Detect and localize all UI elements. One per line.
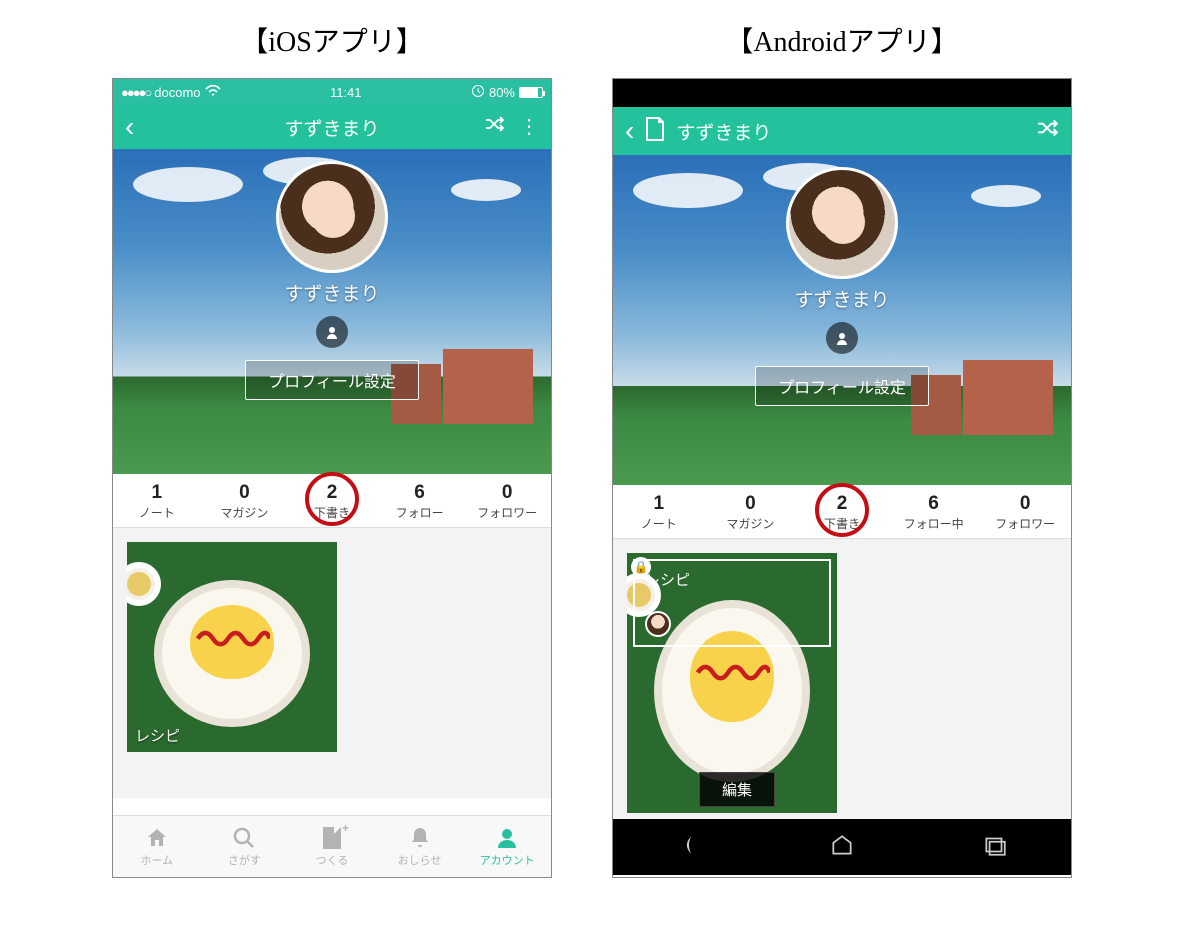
content-area[interactable]: 🔒 レシピ 編集 — [613, 539, 1071, 819]
tab-label: ホーム — [140, 852, 173, 868]
tab-search[interactable]: さがす — [201, 816, 289, 877]
stat-magazines[interactable]: 0 マガジン — [201, 474, 289, 527]
nav-title: すずきまり — [284, 114, 379, 141]
tab-notifications[interactable]: おしらせ — [376, 816, 464, 877]
ios-frame: ●●●●○ docomo 11:41 80% ‹ — [112, 78, 552, 878]
edit-button[interactable]: 編集 — [699, 772, 775, 807]
stat-num: 0 — [705, 493, 797, 515]
android-home-button[interactable] — [829, 832, 855, 863]
stat-followers[interactable]: 0 フォロワー — [463, 474, 551, 527]
back-button[interactable]: ‹ — [125, 111, 134, 143]
ios-status-bar: ●●●●○ docomo 11:41 80% — [113, 79, 551, 105]
stat-label: フォロー中 — [888, 515, 980, 532]
back-button[interactable]: ‹ — [625, 115, 634, 147]
stat-label: ノート — [613, 515, 705, 532]
stat-followers[interactable]: 0 フォロワー — [979, 485, 1071, 538]
user-badge-icon[interactable] — [316, 316, 348, 348]
stat-drafts[interactable]: 2 下書き — [288, 474, 376, 527]
stat-following[interactable]: 6 フォロー中 — [888, 485, 980, 538]
android-back-button[interactable] — [676, 832, 702, 863]
stat-num: 1 — [613, 493, 705, 515]
ios-navbar: ‹ すずきまり ⋮ — [113, 105, 551, 149]
carrier-label: docomo — [154, 85, 200, 100]
card-overlay: 🔒 レシピ — [633, 559, 831, 647]
stat-magazines[interactable]: 0 マガジン — [705, 485, 797, 538]
tab-create[interactable]: つくる — [288, 816, 376, 877]
mini-avatar — [645, 611, 671, 637]
stat-num: 6 — [888, 493, 980, 515]
stat-label: フォロワー — [463, 504, 551, 521]
android-heading: 【Androidアプリ】 — [725, 20, 958, 60]
tabbar: ホーム さがす つくる おしらせ アカウント — [113, 815, 551, 877]
stat-num: 0 — [463, 482, 551, 504]
home-icon — [145, 826, 169, 850]
avatar[interactable] — [786, 167, 898, 279]
android-navbar: ‹ すずきまり — [613, 107, 1071, 155]
stat-notes[interactable]: 1 ノート — [613, 485, 705, 538]
android-frame: ‹ すずきまり すずきまり — [612, 78, 1072, 878]
note-card[interactable]: 🔒 レシピ 編集 — [627, 553, 837, 813]
tab-label: おしらせ — [398, 852, 442, 868]
stat-notes[interactable]: 1 ノート — [113, 474, 201, 527]
nav-title: すずきまり — [676, 118, 771, 145]
stat-num: 0 — [979, 493, 1071, 515]
stat-num: 6 — [376, 482, 464, 504]
tab-home[interactable]: ホーム — [113, 816, 201, 877]
card-label: レシピ — [135, 725, 180, 746]
clock: 11:41 — [330, 85, 362, 100]
user-badge-icon[interactable] — [826, 322, 858, 354]
stat-following[interactable]: 6 フォロー — [376, 474, 464, 527]
stat-label: 下書き — [288, 504, 376, 521]
stat-num: 1 — [113, 482, 201, 504]
bell-icon — [408, 826, 432, 850]
more-icon[interactable]: ⋮ — [519, 123, 539, 131]
tab-label: つくる — [316, 852, 349, 868]
tab-label: アカウント — [480, 852, 535, 868]
rotation-lock-icon — [471, 84, 485, 101]
note-icon — [644, 116, 666, 147]
profile-settings-button[interactable]: プロフィール設定 — [245, 360, 419, 400]
shuffle-icon[interactable] — [1035, 116, 1059, 146]
stat-label: 下書き — [796, 515, 888, 532]
ios-heading: 【iOSアプリ】 — [240, 20, 424, 60]
battery-percent: 80% — [489, 85, 515, 100]
stat-label: フォロワー — [979, 515, 1071, 532]
android-status-bar — [613, 79, 1071, 107]
profile-cover: すずきまり プロフィール設定 — [613, 155, 1071, 485]
tab-label: さがす — [228, 852, 261, 868]
stat-num: 0 — [201, 482, 289, 504]
profile-cover: すずきまり プロフィール設定 — [113, 149, 551, 474]
profile-settings-button[interactable]: プロフィール設定 — [755, 366, 929, 406]
stat-label: ノート — [113, 504, 201, 521]
android-recent-button[interactable] — [982, 832, 1008, 863]
search-icon — [232, 826, 256, 850]
stat-label: マガジン — [705, 515, 797, 532]
shuffle-icon[interactable] — [483, 113, 505, 141]
android-navbar-bottom — [613, 819, 1071, 875]
avatar[interactable] — [276, 161, 388, 273]
create-icon — [323, 826, 341, 850]
note-card[interactable]: レシピ — [127, 542, 337, 752]
signal-icon: ●●●●○ — [121, 85, 150, 100]
profile-name: すずきまり — [284, 279, 379, 306]
profile-name: すずきまり — [794, 285, 889, 312]
content-area[interactable]: レシピ — [113, 528, 551, 798]
tab-account[interactable]: アカウント — [463, 816, 551, 877]
account-icon — [495, 826, 519, 850]
stat-label: フォロー — [376, 504, 464, 521]
battery-icon — [519, 87, 543, 98]
stat-num: 2 — [796, 493, 888, 515]
stat-drafts[interactable]: 2 下書き — [796, 485, 888, 538]
stats-bar: 1 ノート 0 マガジン 2 下書き 6 フォロー中 0 — [613, 485, 1071, 539]
stat-label: マガジン — [201, 504, 289, 521]
card-label: レシピ — [645, 569, 690, 590]
wifi-icon — [205, 84, 221, 100]
stat-num: 2 — [288, 482, 376, 504]
stats-bar: 1 ノート 0 マガジン 2 下書き 6 フォロー 0 — [113, 474, 551, 528]
